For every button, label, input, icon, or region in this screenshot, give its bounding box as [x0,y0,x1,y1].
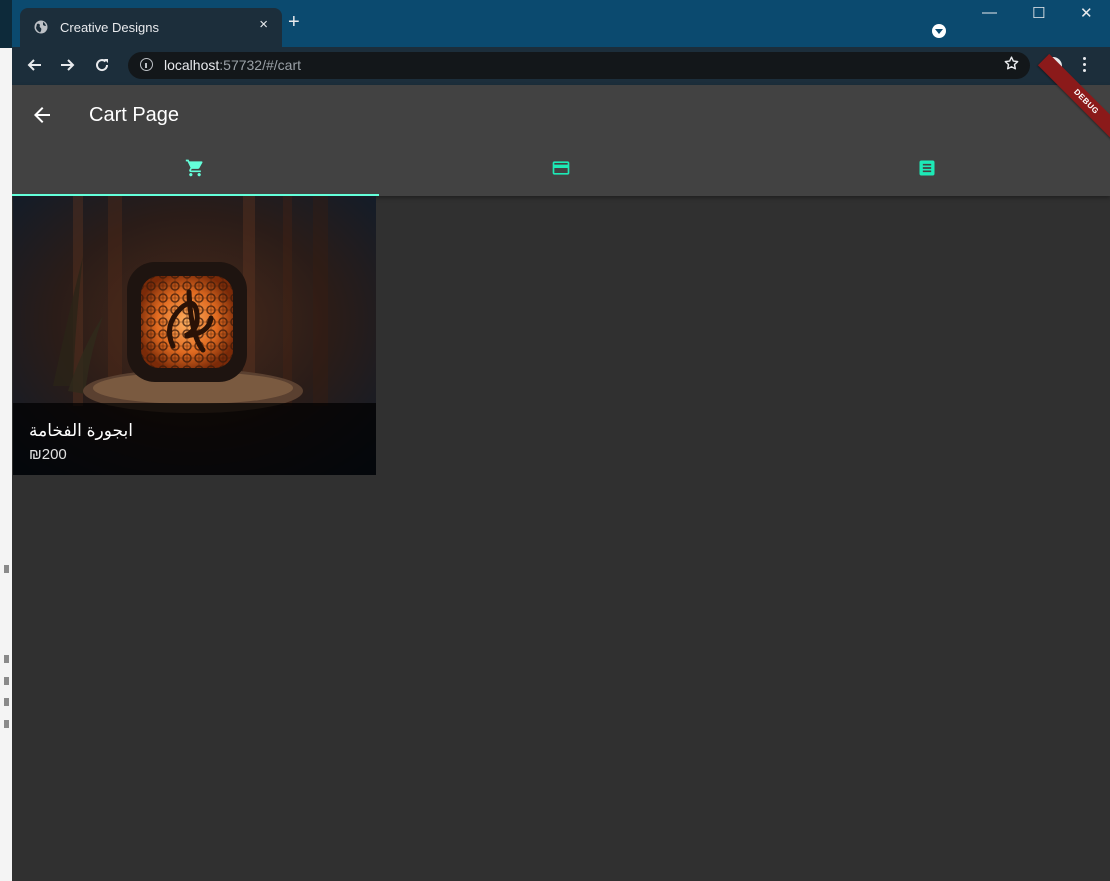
maximize-window-button[interactable]: ☐ [1032,4,1045,22]
receipt-list-icon [919,160,935,176]
tab-cart[interactable] [12,140,379,196]
bookmark-star-icon[interactable] [1003,55,1020,72]
address-bar[interactable]: localhost:57732/#/cart [128,52,1030,79]
new-tab-button[interactable]: + [288,12,300,32]
browser-menu-icon[interactable] [1083,57,1087,75]
url-path: :57732/#/cart [219,57,301,73]
background-window-text-fragment [4,720,9,728]
tab-orders[interactable] [744,140,1110,196]
url-host: localhost [164,57,220,73]
shopping-cart-icon [185,159,203,177]
globe-icon [34,20,48,34]
browser-tab[interactable]: Creative Designs × [20,8,282,47]
browser-titlebar: Creative Designs × + — ☐ ✕ [12,0,1110,47]
browser-window: Creative Designs × + — ☐ ✕ localhost:577… [12,0,1110,881]
reload-icon[interactable] [94,57,110,73]
cart-item-card[interactable]: ابجورة الفخامة ₪200 [13,196,376,475]
background-window-text-fragment [4,698,9,706]
close-tab-icon[interactable]: × [259,16,268,33]
browser-back-icon[interactable] [26,57,42,73]
tab-bar [12,140,1110,196]
tab-search-icon[interactable] [932,24,946,38]
tab-payment[interactable] [378,140,744,196]
background-window-strip [0,0,12,881]
site-info-icon[interactable] [140,58,153,71]
address-url: localhost:57732/#/cart [164,57,301,73]
credit-card-icon [552,161,570,175]
browser-toolbar: localhost:57732/#/cart [12,47,1110,85]
background-window-text-fragment [4,565,9,573]
browser-tab-title: Creative Designs [60,20,159,35]
background-window-dark-edge [0,0,12,48]
product-price: ₪200 [29,446,67,463]
app-bar: Cart Page DEBUG [12,53,1110,196]
cart-item-info: ابجورة الفخامة ₪200 [13,403,376,475]
close-window-button[interactable]: ✕ [1080,4,1093,22]
page-title: Cart Page [89,104,180,126]
background-window-text-fragment [4,655,9,663]
background-window-text-fragment [4,677,9,685]
back-arrow-icon[interactable] [30,103,54,127]
browser-forward-icon[interactable] [60,57,76,73]
product-name: ابجورة الفخامة [29,421,133,440]
minimize-window-button[interactable]: — [982,4,997,21]
